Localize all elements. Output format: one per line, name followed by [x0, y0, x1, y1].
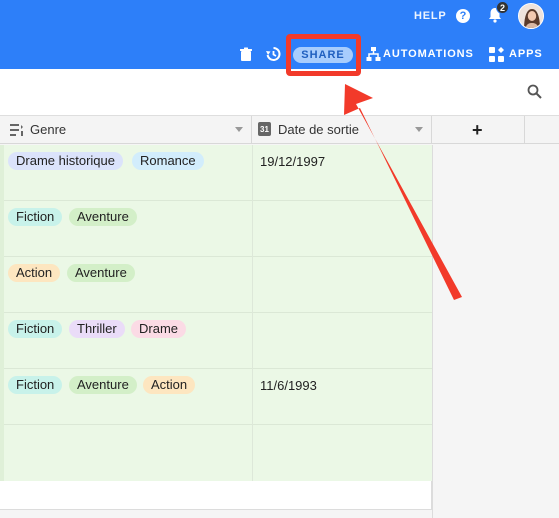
table-row[interactable]: Drame historique Romance 19/12/1997: [0, 145, 432, 201]
chevron-down-icon[interactable]: [235, 127, 243, 132]
trash-icon[interactable]: [239, 47, 253, 62]
chevron-down-icon[interactable]: [415, 127, 423, 132]
genre-tag: Drame: [131, 320, 187, 338]
apps-button[interactable]: APPS: [509, 48, 543, 60]
genre-tag: Action: [8, 264, 61, 282]
list-icon: [10, 124, 23, 136]
calendar-icon: 31: [258, 122, 271, 136]
add-record-row[interactable]: [0, 481, 432, 510]
grid-empty-area: [432, 145, 559, 518]
view-toolbar: [0, 69, 559, 116]
table-row[interactable]: Fiction Aventure: [0, 201, 432, 257]
app-header: HELP ? 2 SHARE AUTOMATIONS APPS: [0, 0, 559, 69]
table-row[interactable]: Fiction Aventure Action 11/6/1993: [0, 369, 432, 425]
column-header-date[interactable]: 31 Date de sortie: [252, 116, 432, 144]
help-link[interactable]: HELP: [414, 10, 447, 22]
genre-tag: Action: [143, 376, 196, 394]
column-divider: [252, 145, 253, 481]
genre-tag: Romance: [132, 152, 204, 170]
genre-tag: Drame historique: [8, 152, 123, 170]
add-column-button[interactable]: +: [472, 120, 483, 141]
genre-tag: Fiction: [8, 208, 63, 226]
genre-tag: Aventure: [67, 264, 135, 282]
genre-tag: Thriller: [69, 320, 125, 338]
table-row[interactable]: [0, 425, 432, 481]
help-icon[interactable]: ?: [456, 9, 470, 23]
genre-tag: Aventure: [69, 376, 137, 394]
column-header-label: Date de sortie: [278, 122, 359, 137]
apps-icon[interactable]: [489, 47, 504, 62]
column-header-label: Genre: [30, 122, 67, 137]
release-date: 11/6/1993: [260, 378, 317, 393]
notification-count-badge: 2: [496, 1, 509, 14]
table-row[interactable]: Fiction Thriller Drame: [0, 313, 432, 369]
genre-tag: Fiction: [8, 376, 63, 394]
row-edge-strip: [0, 145, 4, 481]
automations-button[interactable]: AUTOMATIONS: [383, 48, 474, 60]
genre-tag: Fiction: [8, 320, 63, 338]
record-rows: Drame historique Romance 19/12/1997 Fict…: [0, 145, 432, 481]
search-icon[interactable]: [527, 84, 542, 99]
genre-tag: Aventure: [69, 208, 137, 226]
table-row[interactable]: Action Aventure: [0, 257, 432, 313]
user-avatar[interactable]: [518, 3, 544, 29]
highlight-box: [286, 34, 361, 76]
header-filler: [525, 116, 559, 144]
column-header-genre[interactable]: Genre: [0, 116, 252, 144]
automations-icon[interactable]: [366, 46, 381, 62]
history-icon[interactable]: [265, 46, 281, 62]
release-date: 19/12/1997: [260, 154, 326, 169]
